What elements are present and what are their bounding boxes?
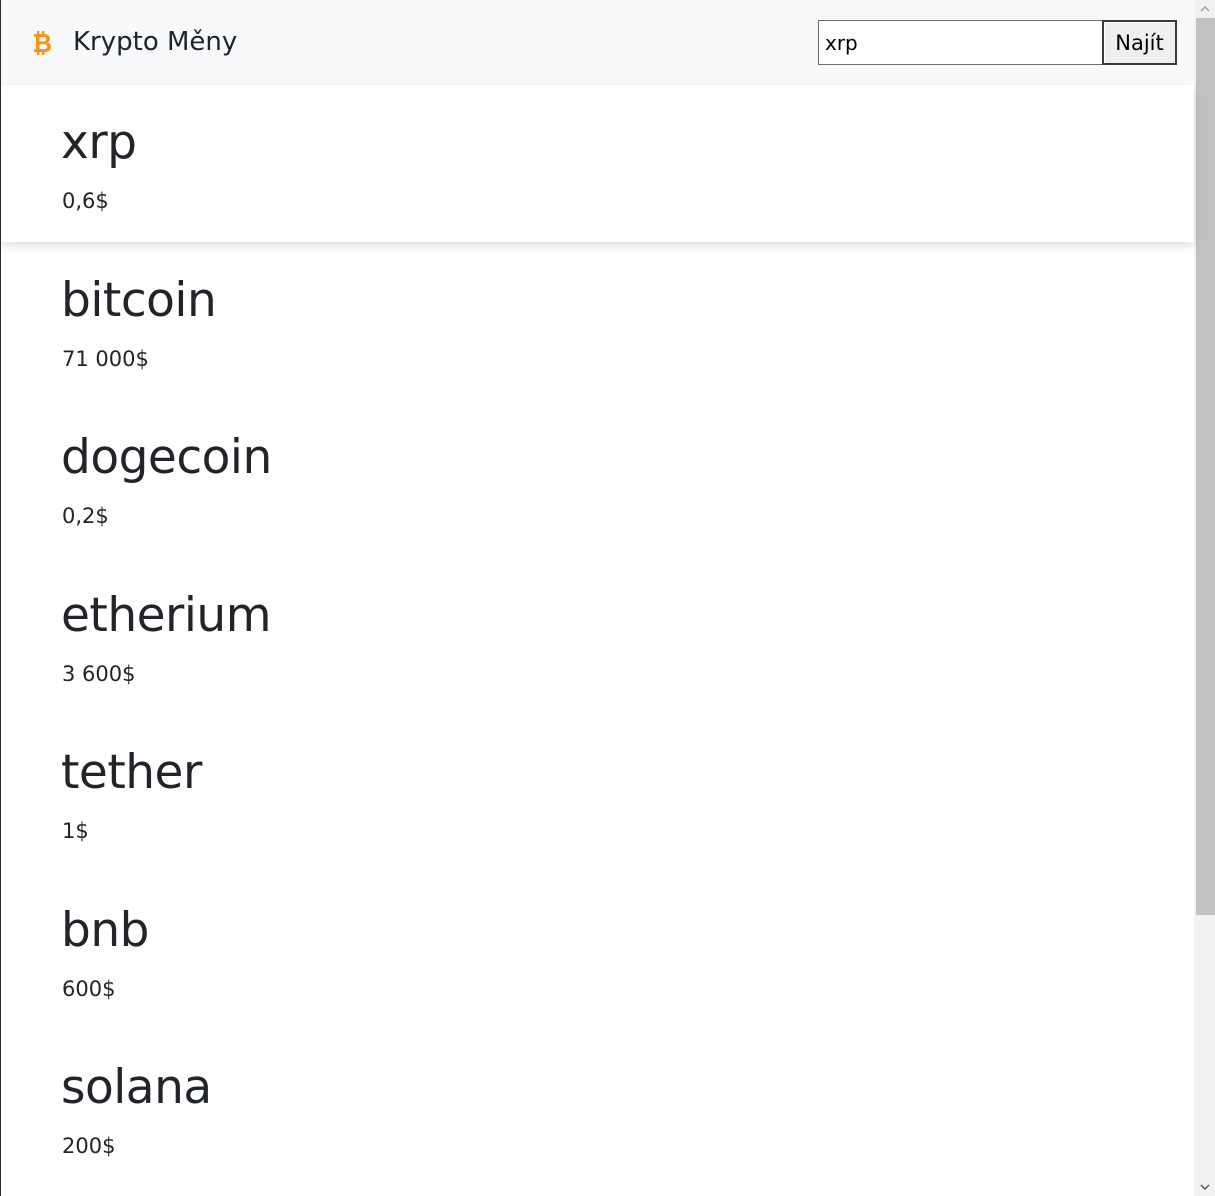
search-input[interactable] <box>818 20 1103 65</box>
crypto-name: xrp <box>61 115 137 170</box>
crypto-price: 71 000$ <box>62 347 149 371</box>
crypto-price: 200$ <box>62 1134 116 1158</box>
crypto-card[interactable]: bitcoin 71 000$ <box>1 243 1194 400</box>
crypto-name: etherium <box>61 588 272 643</box>
crypto-card[interactable]: dogecoin 0,2$ <box>1 400 1194 557</box>
crypto-price: 0,6$ <box>62 189 109 213</box>
crypto-card[interactable]: tether 1$ <box>1 715 1194 872</box>
scrollbar-thumb[interactable] <box>1196 18 1215 915</box>
vertical-scrollbar[interactable] <box>1194 0 1215 1196</box>
crypto-card[interactable]: xrp 0,6$ <box>1 85 1194 242</box>
crypto-price: 600$ <box>62 977 116 1001</box>
crypto-card[interactable]: etherium 3 600$ <box>1 558 1194 715</box>
search-button[interactable]: Najít <box>1102 20 1177 65</box>
crypto-name: tether <box>61 745 202 800</box>
scroll-down-arrow-icon[interactable] <box>1194 1178 1215 1196</box>
bitcoin-icon[interactable] <box>31 29 53 57</box>
crypto-price: 1$ <box>62 819 89 843</box>
search-form: Najít <box>818 20 1177 65</box>
brand-title[interactable]: Krypto Měny <box>73 24 237 60</box>
crypto-name: dogecoin <box>61 430 272 485</box>
crypto-card[interactable]: solana 200$ <box>1 1030 1194 1196</box>
crypto-card[interactable]: bnb 600$ <box>1 873 1194 1030</box>
page: Krypto Měny Najít xrp 0,6$ bitcoin 71 00… <box>0 0 1215 1196</box>
crypto-price: 0,2$ <box>62 504 109 528</box>
crypto-price: 3 600$ <box>62 662 136 686</box>
crypto-name: bitcoin <box>61 273 217 328</box>
crypto-name: bnb <box>61 903 149 958</box>
scroll-up-arrow-icon[interactable] <box>1194 0 1215 18</box>
crypto-name: solana <box>61 1060 212 1115</box>
navbar: Krypto Měny Najít <box>1 0 1194 85</box>
